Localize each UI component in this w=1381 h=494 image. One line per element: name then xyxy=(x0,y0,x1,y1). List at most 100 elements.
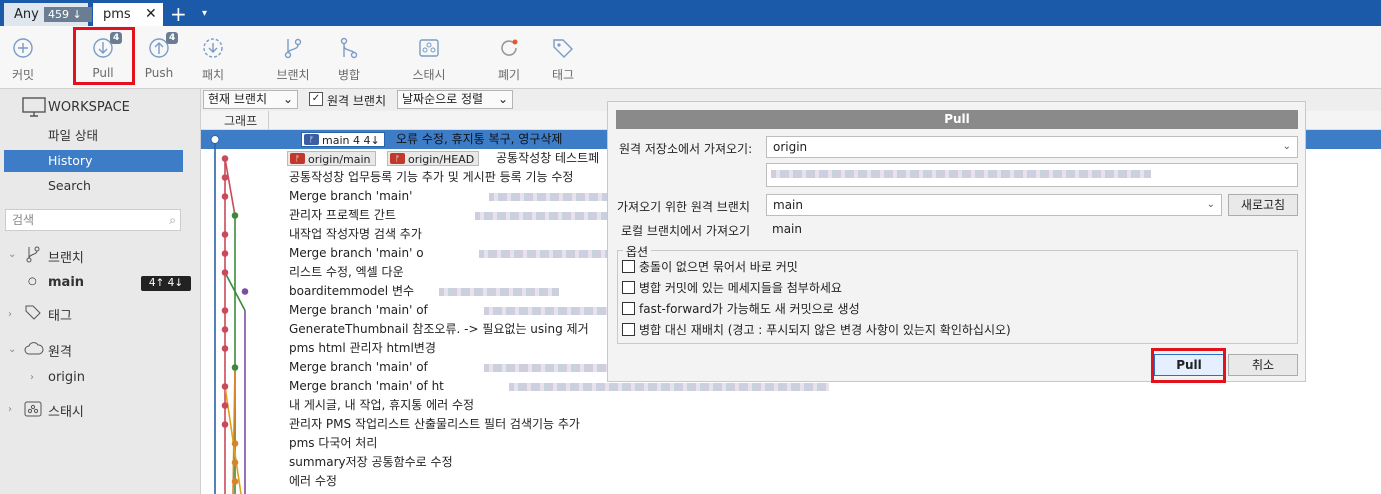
sidebar-section-tags[interactable]: 태그 xyxy=(48,305,72,324)
chevron-down-icon[interactable]: ⌄ xyxy=(8,249,16,260)
remote-branch-tag-label: origin/HEAD xyxy=(408,153,475,166)
tag-icon xyxy=(25,305,41,320)
table-row[interactable]: 관리자 PMS 작업리스트 산출물리스트 필터 검색기능 추가 xyxy=(201,415,1381,434)
remote-branch-select[interactable]: main ⌄ xyxy=(766,194,1222,216)
chevron-down-icon[interactable]: ⌄ xyxy=(8,344,16,355)
close-icon[interactable]: ✕ xyxy=(145,3,157,26)
option-merge-messages-label: 병합 커밋에 있는 메세지들을 첨부하세요 xyxy=(639,281,842,295)
merge-button[interactable]: 병합 xyxy=(326,26,372,88)
option-merge-messages-checkbox[interactable] xyxy=(622,281,635,294)
commit-message: 공통작성창 업무등록 기능 추가 및 게시판 등록 기능 수정 xyxy=(289,170,574,184)
branch-tag-icon: ᚠ xyxy=(290,153,305,164)
table-row[interactable]: summary저장 공통함수로 수정 xyxy=(201,453,1381,472)
table-row[interactable]: 에러 수정 xyxy=(201,472,1381,491)
patch-icon xyxy=(203,38,223,58)
chevron-down-icon: ⌄ xyxy=(282,92,293,106)
branch-button[interactable]: 브랜치 xyxy=(270,26,316,88)
dialog-title: Pull xyxy=(616,110,1298,129)
branch-filter-value: 현재 브랜치 xyxy=(208,92,268,106)
refresh-button[interactable]: 새로고침 xyxy=(1228,194,1298,216)
chevron-right-icon[interactable]: › xyxy=(8,309,12,320)
workspace-icon xyxy=(22,97,46,117)
redacted-text xyxy=(439,288,559,296)
remote-url-field[interactable] xyxy=(766,163,1298,187)
option-rebase-label: 병합 대신 재배치 (경고 : 푸시되지 않은 변경 사항이 있는지 확인하십시… xyxy=(639,323,1011,337)
discard-button[interactable]: 폐기 xyxy=(486,26,532,88)
remote-repo-label: 원격 저장소에서 가져오기: xyxy=(619,142,753,156)
tab-pms[interactable]: pms ✕ xyxy=(93,3,163,26)
commit-message: Merge branch 'main' of xyxy=(289,303,428,317)
pull-dialog: Pull 원격 저장소에서 가져오기: origin ⌄ 가져오기 위한 원격 … xyxy=(607,101,1306,382)
redacted-text xyxy=(509,383,829,391)
commit-message: Merge branch 'main' xyxy=(289,189,413,203)
branch-tag-icon: ᚠ xyxy=(304,134,319,145)
add-tab-icon[interactable]: + xyxy=(170,1,187,27)
stash-button[interactable]: 스태시 xyxy=(404,26,454,88)
remote-branch-tag: ᚠ origin/HEAD xyxy=(387,151,480,166)
stash-icon xyxy=(24,401,42,417)
table-row[interactable]: pms 다국어 처리 xyxy=(201,434,1381,453)
commit-message: 내 게시글, 내 작업, 휴지통 에러 수정 xyxy=(289,398,475,412)
sidebar-item-file-status[interactable]: 파일 상태 xyxy=(48,125,188,147)
graph-column-header: 그래프 xyxy=(224,114,258,128)
commit-message: boarditemmodel 변수 xyxy=(289,284,415,298)
commit-message: summary저장 공통함수로 수정 xyxy=(289,455,453,469)
chevron-down-icon: ⌄ xyxy=(1282,141,1291,152)
commit-message: 리스트 수정, 엑셀 다운 xyxy=(289,265,404,279)
sidebar-item-history[interactable]: History xyxy=(4,150,183,172)
tag-button[interactable]: 태그 xyxy=(540,26,586,88)
sidebar-section-stashes[interactable]: 스태시 xyxy=(48,401,84,420)
remote-branches-checkbox[interactable]: ✓ xyxy=(309,92,323,106)
workspace-header: WORKSPACE xyxy=(48,100,130,115)
option-auto-commit-label: 충돌이 없으면 묶어서 바로 커밋 xyxy=(639,260,798,274)
commit-message: 공통작성창 테스트페 xyxy=(496,151,600,165)
sidebar-item-history-label: History xyxy=(48,153,93,168)
commit-button[interactable]: 커밋 xyxy=(0,26,46,88)
column-divider xyxy=(268,111,269,129)
redacted-url xyxy=(771,170,1151,178)
pull-highlight xyxy=(73,27,135,85)
tab-any-label: Any xyxy=(14,7,39,22)
merge-icon xyxy=(340,37,358,59)
branch-filter-select[interactable]: 현재 브랜치 ⌄ xyxy=(203,90,298,109)
cloud-icon xyxy=(24,342,44,355)
push-button[interactable]: 4 Push xyxy=(136,26,182,88)
sidebar-section-remotes[interactable]: 원격 xyxy=(48,341,72,360)
sidebar-branch-main[interactable]: main xyxy=(48,275,84,290)
cancel-button[interactable]: 취소 xyxy=(1228,354,1298,376)
stash-icon xyxy=(419,39,439,57)
branch-tag: ᚠ main 4 4↓ xyxy=(301,132,385,147)
sort-value: 날짜순으로 정렬 xyxy=(402,92,484,106)
remote-repo-select[interactable]: origin ⌄ xyxy=(766,136,1298,158)
table-row[interactable]: 내 게시글, 내 작업, 휴지통 에러 수정 xyxy=(201,396,1381,415)
sidebar-remote-origin[interactable]: origin xyxy=(48,370,85,385)
sidebar-search-input[interactable]: 검색 ⌕ xyxy=(5,209,181,231)
tag-label: 태그 xyxy=(551,68,575,82)
sort-select[interactable]: 날짜순으로 정렬 ⌄ xyxy=(397,90,513,109)
option-auto-commit-checkbox[interactable] xyxy=(622,260,635,273)
discard-label: 폐기 xyxy=(497,68,521,82)
push-label: Push xyxy=(144,66,174,80)
patch-label: 패치 xyxy=(201,68,225,82)
commit-message: 관리자 프로젝트 간트 xyxy=(289,208,396,222)
remote-branch-tag-label: origin/main xyxy=(308,153,371,166)
tab-menu-icon[interactable]: ▾ xyxy=(202,1,207,27)
tab-any[interactable]: Any 459 ↓ xyxy=(4,3,92,26)
branch-label: 브랜치 xyxy=(276,68,310,82)
sidebar-section-branches[interactable]: 브랜치 xyxy=(48,247,84,266)
tab-pms-label: pms xyxy=(103,7,131,22)
option-no-ff-checkbox[interactable] xyxy=(622,302,635,315)
patch-button[interactable]: 패치 xyxy=(190,26,236,88)
remote-branch-label: 가져오기 위한 원격 브랜치 xyxy=(617,200,750,214)
sidebar: WORKSPACE 파일 상태 History Search 검색 ⌕ ⌄ 브랜… xyxy=(0,89,201,494)
commit-message: Merge branch 'main' of ht xyxy=(289,379,444,393)
sidebar-item-search[interactable]: Search xyxy=(48,175,188,197)
chevron-right-icon[interactable]: › xyxy=(8,404,12,415)
commit-message: 에러 수정 xyxy=(289,474,337,488)
chevron-right-icon[interactable]: › xyxy=(30,372,34,383)
stash-label: 스태시 xyxy=(412,68,446,82)
option-rebase-checkbox[interactable] xyxy=(622,323,635,336)
discard-icon xyxy=(501,39,518,56)
local-branch-value: main xyxy=(772,222,802,236)
ahead-behind-badge: 4↑ 4↓ xyxy=(141,276,191,291)
